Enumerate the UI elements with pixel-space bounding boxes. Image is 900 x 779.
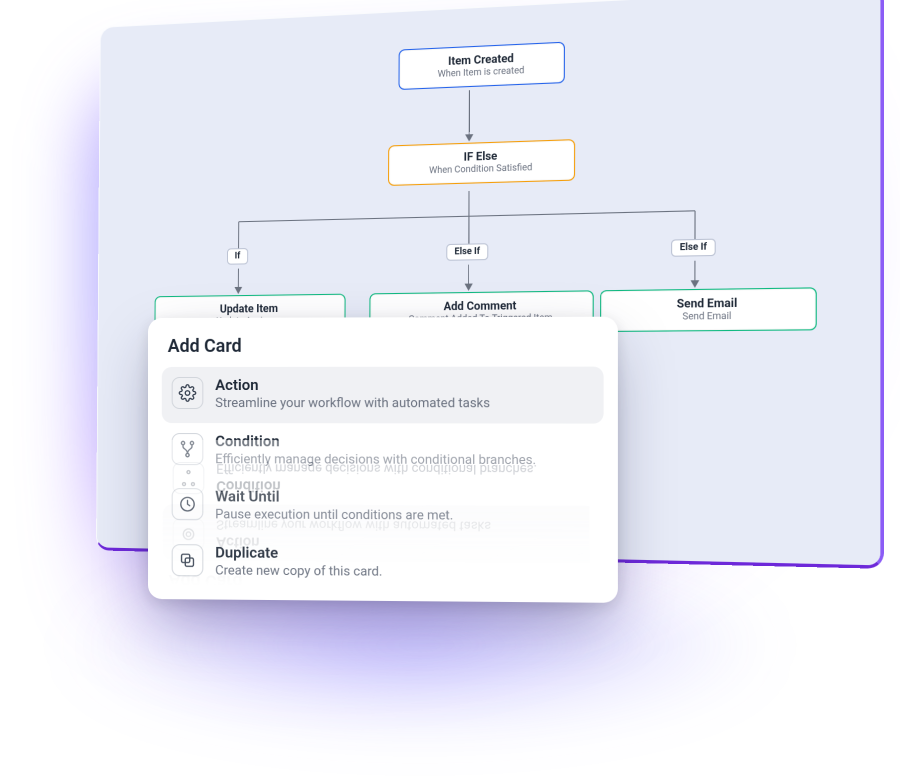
option-desc: Create new copy of this card.: [215, 563, 382, 581]
add-card-popover: Add Card Action Streamline your workflow…: [148, 317, 618, 603]
add-card-option-wait-until[interactable]: Wait Until Pause execution until conditi…: [162, 478, 604, 536]
node-title: Add Comment: [380, 298, 582, 314]
branch-badge-if[interactable]: If: [227, 248, 248, 265]
stage: Item Created When Item is created IF Els…: [0, 0, 900, 779]
arrow-icon: [234, 287, 242, 294]
option-desc: Pause execution until conditions are met…: [215, 508, 453, 526]
add-card-option-condition[interactable]: Condition Efficiently manage decisions w…: [162, 423, 604, 480]
add-card-option-action[interactable]: Action Streamline your workflow with aut…: [162, 367, 604, 423]
arrow-icon: [465, 134, 473, 142]
node-action-send-email[interactable]: Send Email Send Email: [600, 287, 817, 332]
clock-icon: [172, 488, 204, 520]
branch-badge-elseif-1[interactable]: Else If: [446, 243, 488, 261]
copy-icon: [172, 544, 204, 576]
option-desc: Streamline your workflow with automated …: [215, 396, 490, 413]
add-card-option-duplicate[interactable]: Duplicate Create new copy of this card.: [162, 534, 604, 593]
node-condition[interactable]: IF Else When Condition Satisfied: [388, 139, 575, 186]
node-title: Send Email: [612, 295, 805, 311]
branch-badge-elseif-2[interactable]: Else If: [671, 239, 716, 257]
gear-icon: [172, 377, 204, 409]
branch-icon: [172, 433, 204, 465]
node-subtitle: Send Email: [612, 311, 805, 324]
node-title: Update Item: [165, 301, 335, 316]
popover-title: Add Card: [168, 335, 598, 357]
option-label: Condition: [215, 433, 536, 451]
option-label: Action: [215, 377, 490, 394]
arrow-icon: [691, 280, 700, 288]
option-label: Wait Until: [215, 488, 453, 506]
arrow-icon: [465, 284, 473, 291]
option-label: Duplicate: [215, 544, 382, 562]
option-desc: Efficiently manage decisions with condit…: [215, 452, 536, 469]
node-trigger[interactable]: Item Created When Item is created: [398, 42, 564, 90]
